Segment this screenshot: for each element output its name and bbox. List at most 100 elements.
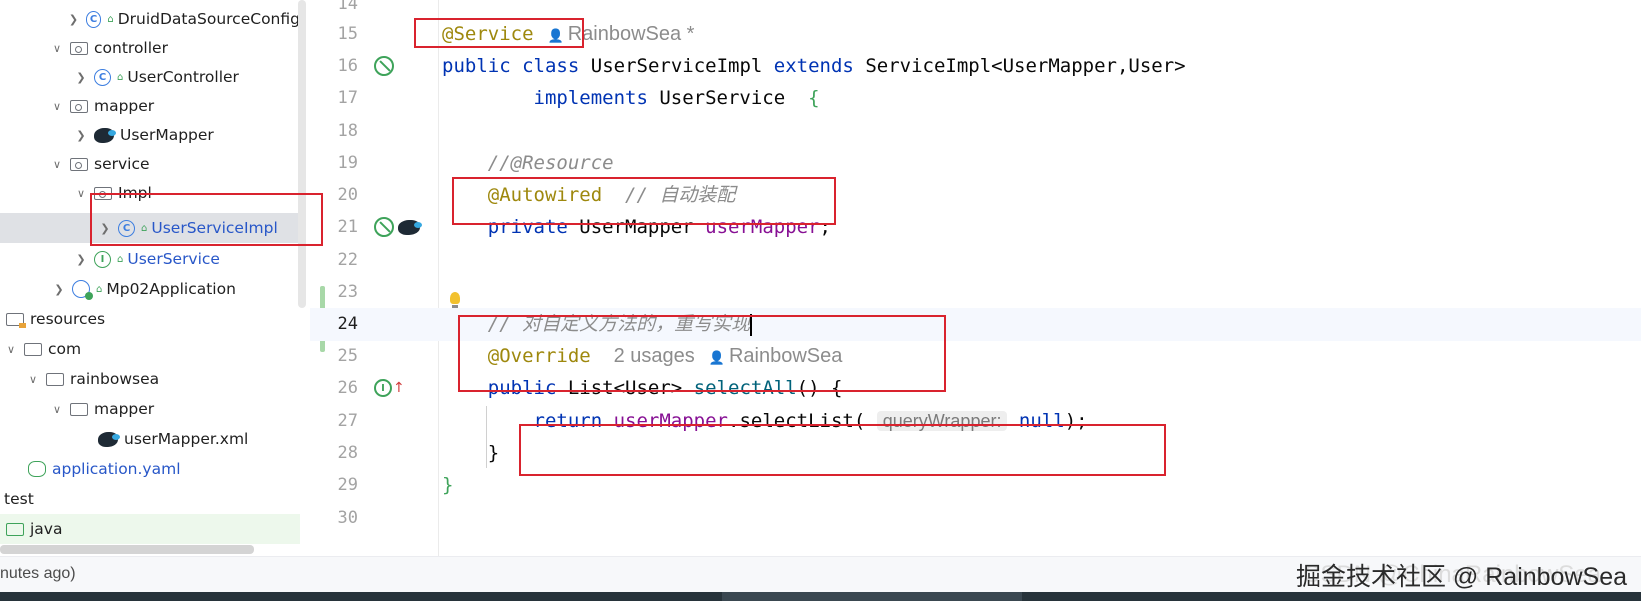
interface-icon: I bbox=[94, 250, 111, 268]
line-number: 24 bbox=[337, 314, 358, 334]
resources-folder-icon bbox=[6, 312, 26, 328]
chevron-right-icon[interactable]: ❯ bbox=[67, 13, 80, 26]
chevron-right-icon[interactable]: ❯ bbox=[74, 253, 88, 266]
tree-item-label: rainbowsea bbox=[70, 370, 160, 388]
tree-item-resources[interactable]: resources bbox=[0, 304, 300, 334]
lock-icon: ⌂ bbox=[107, 13, 114, 25]
status-text: nutes ago) bbox=[0, 565, 76, 582]
tree-item-usercontroller[interactable]: ❯ C ⌂ UserController bbox=[0, 62, 300, 92]
tree-item-label: UserService bbox=[127, 250, 220, 268]
line-number: 28 bbox=[337, 443, 358, 463]
folder-icon bbox=[24, 342, 42, 356]
line-number: 26 bbox=[337, 378, 358, 398]
tree-item-label: Mp02Application bbox=[106, 280, 236, 298]
tree-item-label: resources bbox=[30, 310, 106, 328]
autowired-gutter-icon[interactable] bbox=[374, 217, 422, 237]
tree-item-rainbowsea[interactable]: ∨ rainbowsea bbox=[0, 364, 300, 394]
taskbar-strip bbox=[0, 592, 1641, 601]
line-number: 16 bbox=[337, 56, 358, 76]
tree-item-userservice[interactable]: ❯ I ⌂ UserService bbox=[0, 244, 300, 274]
tree-horizontal-scrollbar[interactable] bbox=[0, 545, 254, 554]
tree-item-label: controller bbox=[94, 39, 168, 57]
highlight-box-userserviceimpl bbox=[90, 193, 323, 246]
tree-item-label: userMapper.xml bbox=[124, 430, 249, 448]
tree-vertical-scrollbar[interactable] bbox=[298, 0, 306, 308]
chevron-down-icon[interactable]: ∨ bbox=[74, 187, 88, 200]
tree-item-controller[interactable]: ∨ controller bbox=[0, 33, 300, 63]
tree-item-mapper-folder[interactable]: ∨ mapper bbox=[0, 394, 300, 424]
chevron-right-icon[interactable]: ❯ bbox=[52, 283, 66, 296]
line-number: 17 bbox=[337, 88, 358, 108]
chevron-down-icon[interactable]: ∨ bbox=[50, 42, 64, 55]
mybatis-icon bbox=[398, 219, 422, 235]
tree-item-label: UserMapper bbox=[120, 126, 214, 144]
keyword: extends bbox=[773, 55, 854, 77]
tree-item-usermapper-xml[interactable]: userMapper.xml bbox=[0, 424, 300, 454]
brace: { bbox=[808, 87, 820, 109]
line-number: 30 bbox=[337, 508, 358, 528]
tree-item-druiddatasourceconfig[interactable]: ❯ C ⌂ DruidDataSourceConfig bbox=[0, 4, 300, 34]
line-number: 27 bbox=[337, 411, 358, 431]
package-icon bbox=[70, 41, 88, 55]
chevron-right-icon[interactable]: ❯ bbox=[74, 129, 88, 142]
folder-icon bbox=[6, 522, 24, 536]
tree-item-java[interactable]: java bbox=[0, 514, 300, 544]
folder-icon bbox=[70, 402, 88, 416]
line-number: 19 bbox=[337, 153, 358, 173]
tree-item-application-yaml[interactable]: application.yaml bbox=[0, 454, 300, 484]
tree-item-usermapper[interactable]: ❯ UserMapper bbox=[0, 120, 300, 150]
line-number: 29 bbox=[337, 475, 358, 495]
tree-item-com[interactable]: ∨ com bbox=[0, 334, 300, 364]
line-number: 15 bbox=[337, 24, 358, 44]
line-number: 18 bbox=[337, 121, 358, 141]
keyword: implements bbox=[533, 87, 648, 109]
code-line: 22 bbox=[310, 244, 1641, 277]
line-number: 23 bbox=[337, 282, 358, 302]
tree-item-label: mapper bbox=[94, 400, 155, 418]
tree-item-label: com bbox=[48, 340, 82, 358]
tree-item-service[interactable]: ∨ service bbox=[0, 149, 300, 179]
project-tree: ❯ C ⌂ DruidDataSourceConfig ∨ controller… bbox=[0, 0, 308, 556]
chevron-down-icon[interactable]: ∨ bbox=[50, 403, 64, 416]
mybatis-icon bbox=[94, 127, 116, 143]
chevron-down-icon[interactable]: ∨ bbox=[26, 373, 40, 386]
chevron-right-icon[interactable]: ❯ bbox=[74, 71, 88, 84]
line-number: 22 bbox=[337, 250, 358, 270]
package-icon bbox=[70, 157, 88, 171]
yaml-icon bbox=[28, 461, 46, 477]
tree-item-label: java bbox=[30, 520, 63, 538]
chevron-down-icon[interactable]: ∨ bbox=[50, 100, 64, 113]
highlight-box-override bbox=[458, 315, 946, 392]
tree-item-label: test bbox=[4, 490, 34, 508]
tree-item-label: service bbox=[94, 155, 150, 173]
tree-item-label: DruidDataSourceConfig bbox=[117, 10, 300, 28]
tree-item-test[interactable]: test bbox=[0, 484, 300, 514]
brace: } bbox=[487, 442, 500, 464]
chevron-down-icon[interactable]: ∨ bbox=[50, 158, 64, 171]
status-bar: nutes ago) CSDN @ChinaRainbowSea 掘金技术社区 … bbox=[0, 556, 1641, 592]
class-icon: C bbox=[85, 10, 102, 28]
keyword: public bbox=[442, 55, 511, 77]
mybatis-icon bbox=[98, 431, 120, 447]
code-line: 16 public class UserServiceImpl extends … bbox=[310, 50, 1641, 83]
lock-icon: ⌂ bbox=[117, 253, 124, 265]
superclass-name: ServiceImpl<UserMapper,User> bbox=[865, 55, 1186, 77]
tree-item-mapper[interactable]: ∨ mapper bbox=[0, 91, 300, 121]
spring-bean-gutter-icon[interactable] bbox=[374, 56, 394, 76]
highlight-box-service bbox=[414, 18, 584, 48]
author-hint[interactable]: RainbowSea * bbox=[568, 23, 695, 45]
tree-item-mp02application[interactable]: ❯ ⌂ Mp02Application bbox=[0, 274, 300, 304]
folder-icon bbox=[46, 372, 64, 386]
highlight-box-autowired bbox=[452, 177, 836, 225]
keyword: class bbox=[522, 55, 580, 77]
tree-item-label: mapper bbox=[94, 97, 155, 115]
code-line: 17 implements UserService { bbox=[310, 82, 1641, 115]
watermark: 掘金技术社区 @ RainbowSea bbox=[1295, 563, 1627, 591]
class-name: UserServiceImpl bbox=[590, 55, 763, 77]
highlight-box-return bbox=[519, 424, 1166, 476]
chevron-down-icon[interactable]: ∨ bbox=[4, 343, 18, 356]
comment: //@Resource bbox=[487, 152, 614, 174]
line-number: 25 bbox=[337, 346, 358, 366]
lightbulb-icon[interactable] bbox=[450, 292, 460, 308]
implements-gutter-icon[interactable]: I ↑ bbox=[374, 379, 405, 397]
